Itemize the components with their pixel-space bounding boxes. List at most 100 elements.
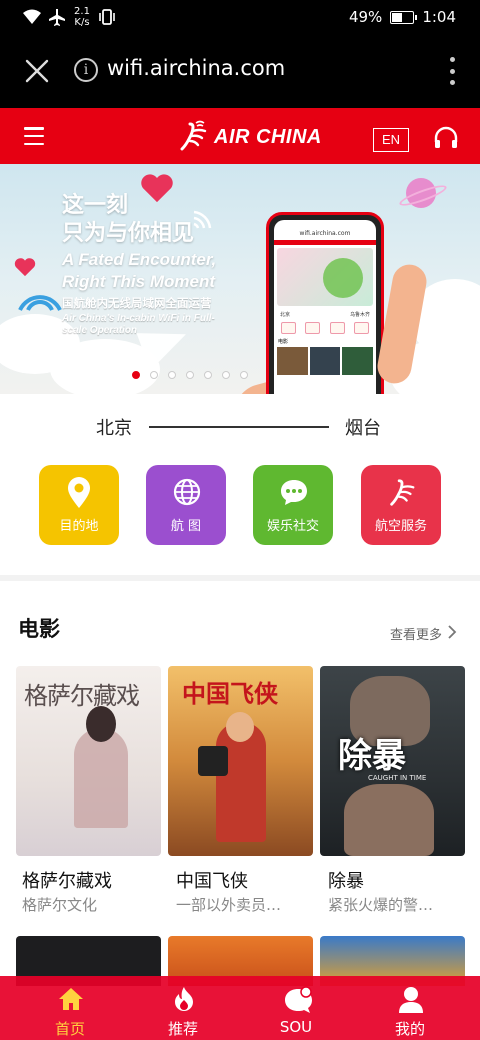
browser-bar: i wifi.airchina.com [0, 36, 480, 108]
headset-icon[interactable] [432, 124, 460, 152]
carousel-dot[interactable] [150, 371, 158, 379]
section-divider [0, 575, 480, 581]
phone-url: wifi.airchina.com [299, 230, 351, 237]
phone-movie-thumb [342, 347, 374, 375]
movie-title[interactable]: 格萨尔藏戏 [22, 867, 112, 893]
movie-poster[interactable]: 格萨尔藏戏 [16, 666, 161, 856]
banner-headline: 只为与你相见 [62, 221, 195, 246]
home-icon [59, 988, 83, 1010]
nav-sou[interactable]: SOU [256, 976, 336, 1040]
wifi-icon [23, 9, 41, 24]
phone-artwork [277, 248, 373, 306]
banner-text: 这一刻 只为与你相见 A Fated Encounter, Right This… [62, 192, 222, 337]
banner-english-headline: A Fated Encounter, [62, 250, 217, 269]
search-chat-icon [285, 986, 312, 1013]
airplane-mode-icon [49, 9, 65, 26]
nav-sou-label: SOU [279, 1018, 313, 1036]
movie-title[interactable]: 中国飞侠 [176, 867, 248, 893]
clock: 1:04 [422, 8, 456, 26]
poster-caption-text: CAUGHT IN TIME [368, 774, 427, 782]
phone-icon-tile [305, 322, 321, 334]
airline-services-button[interactable]: 航空服务 [361, 465, 441, 545]
vibrate-icon [99, 9, 115, 25]
poster-figure [74, 728, 128, 828]
nav-profile[interactable]: 我的 [370, 976, 450, 1040]
poster-bag [198, 746, 228, 776]
nav-home[interactable]: 首页 [30, 976, 110, 1040]
menu-dot [449, 80, 455, 85]
nav-home-label: 首页 [54, 1020, 85, 1038]
carousel-dot[interactable] [168, 371, 176, 379]
network-speed-unit: K/s [74, 17, 90, 28]
phone-header [274, 240, 376, 245]
phone-icon-tile [329, 322, 345, 334]
flight-map-label: 航 图 [170, 519, 202, 534]
poster-figure [86, 706, 116, 742]
hamburger-line [24, 142, 44, 145]
network-speed-value: 2.1 [74, 6, 90, 17]
language-button[interactable]: EN [373, 128, 409, 152]
flight-map-button[interactable]: 航 图 [146, 465, 226, 545]
phone-icon-tile [354, 322, 370, 334]
phoenix-logo-icon [180, 120, 207, 151]
menu-dot [449, 57, 455, 62]
screen: 2.1 K/s 49% 1:04 i wifi.airchina.com AIR… [0, 0, 480, 1040]
entertainment-social-label: 娱乐社交 [266, 519, 319, 534]
bottom-navigation: 首页 推荐 SOU 我的 [0, 976, 480, 1040]
carousel-dot[interactable] [204, 371, 212, 379]
logo-text: AIR CHINA [214, 125, 322, 148]
poster-title-text: 格萨尔藏戏 [24, 682, 140, 710]
destination-label: 目的地 [59, 519, 99, 534]
battery-icon [390, 10, 418, 24]
phone-screen: wifi.airchina.com 北京 乌鲁木齐 电影 [274, 220, 376, 394]
hamburger-line [24, 134, 44, 138]
movie-poster[interactable]: 除暴 CAUGHT IN TIME [320, 666, 465, 856]
chevron-right-icon[interactable] [447, 624, 457, 640]
phone-movie-thumb [309, 347, 341, 375]
carousel-dot[interactable] [186, 371, 194, 379]
phone-route: 北京 乌鲁木齐 [274, 309, 376, 320]
phone-movie-thumb [277, 347, 308, 375]
status-right: 49% 1:04 [349, 8, 456, 26]
nav-profile-label: 我的 [394, 1020, 425, 1038]
menu-dot [449, 68, 455, 74]
flame-icon [175, 987, 193, 1011]
entertainment-social-button[interactable]: 娱乐社交 [253, 465, 333, 545]
carousel-dot[interactable] [222, 371, 230, 379]
phone-icons [274, 320, 376, 336]
globe-icon [173, 478, 201, 506]
banner-subtitle: 国航舱内无线局域网全面运营 [62, 296, 212, 310]
app-header: AIR CHINA EN [0, 108, 480, 164]
carousel-dots [132, 371, 248, 379]
close-icon[interactable] [24, 58, 50, 84]
status-left: 2.1 K/s [22, 6, 116, 28]
movie-poster[interactable]: 中国飞侠 [168, 666, 313, 856]
more-options-icon[interactable] [448, 57, 456, 85]
destination-button[interactable]: 目的地 [39, 465, 119, 545]
battery-percent: 49% [348, 8, 383, 26]
nav-recommend[interactable]: 推荐 [143, 976, 223, 1040]
phone-mockup: wifi.airchina.com 北京 乌鲁木齐 电影 [266, 212, 384, 394]
nav-recommend-label: 推荐 [167, 1020, 198, 1038]
chat-bubble-icon [281, 480, 307, 505]
carousel-dot[interactable] [240, 371, 248, 379]
movie-subtitle: 紧张火爆的警… [328, 896, 434, 914]
promo-banner[interactable]: 这一刻 只为与你相见 A Fated Encounter, Right This… [0, 164, 480, 394]
site-info-icon[interactable]: i [74, 58, 98, 82]
movie-title[interactable]: 除暴 [328, 867, 364, 893]
airline-services-label: 航空服务 [374, 519, 427, 534]
flight-route: 北京 烟台 [0, 404, 480, 450]
hamburger-menu-icon[interactable] [24, 127, 44, 145]
air-china-logo[interactable]: AIR CHINA [178, 118, 322, 156]
address-bar-url[interactable]: wifi.airchina.com [107, 56, 285, 80]
view-more-link[interactable]: 查看更多 [390, 624, 442, 643]
movie-subtitle: 格萨尔文化 [22, 896, 98, 914]
poster-title-text: 中国飞侠 [182, 680, 278, 708]
phone-section-label: 电影 [278, 339, 289, 345]
location-pin-icon [68, 477, 90, 508]
air-china-logo-icon [390, 479, 415, 506]
wifi-signal-icon [18, 295, 62, 311]
route-destination: 烟台 [345, 418, 381, 439]
carousel-dot[interactable] [132, 371, 140, 379]
route-line [149, 426, 329, 428]
